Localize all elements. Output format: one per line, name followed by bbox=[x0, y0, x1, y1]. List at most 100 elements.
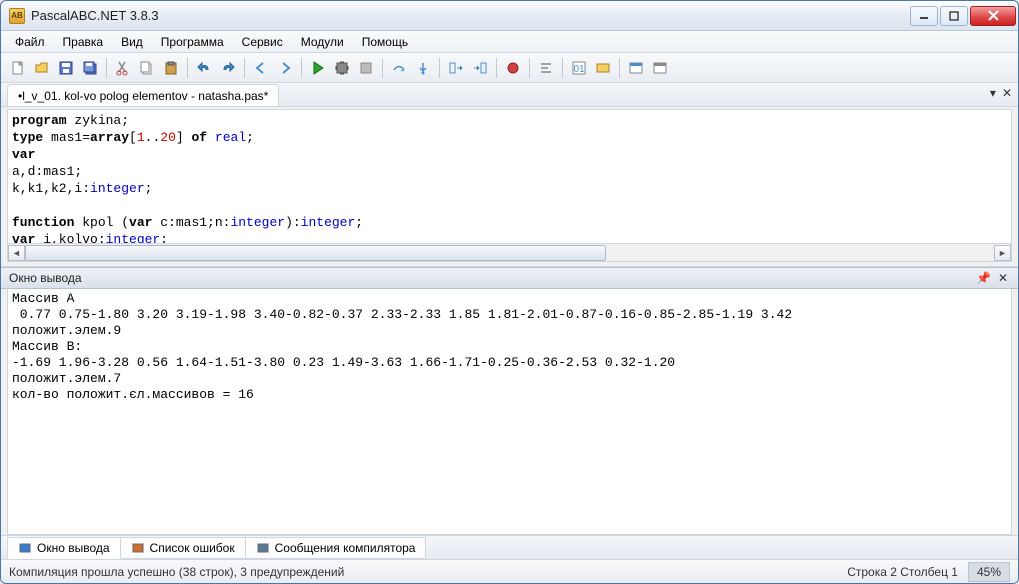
save-button[interactable] bbox=[55, 57, 77, 79]
module-button[interactable] bbox=[592, 57, 614, 79]
scroll-left-icon[interactable]: ◄ bbox=[8, 245, 25, 261]
format-button[interactable] bbox=[535, 57, 557, 79]
svg-text:01: 01 bbox=[573, 64, 585, 75]
step-into-icon bbox=[415, 60, 431, 76]
output-panel[interactable]: Массив А 0.77 0.75-1.80 3.20 3.19-1.98 3… bbox=[7, 289, 1012, 535]
compile-icon bbox=[334, 60, 350, 76]
bottom-tab-label: Сообщения компилятора bbox=[275, 541, 416, 555]
run-icon bbox=[310, 60, 326, 76]
win2-icon bbox=[652, 60, 668, 76]
nav-fwd-icon bbox=[277, 60, 293, 76]
minimize-icon bbox=[919, 11, 929, 21]
redo-button[interactable] bbox=[217, 57, 239, 79]
menu-программа[interactable]: Программа bbox=[153, 33, 232, 51]
toolbar-separator bbox=[619, 58, 620, 78]
breakpoint-button[interactable] bbox=[502, 57, 524, 79]
toolbar-separator bbox=[562, 58, 563, 78]
bottom-tab-0[interactable]: Окно вывода bbox=[7, 537, 121, 559]
scroll-right-icon[interactable]: ► bbox=[994, 245, 1011, 261]
trace-into-button[interactable] bbox=[445, 57, 467, 79]
trace-out-button[interactable] bbox=[469, 57, 491, 79]
nav-fwd-button[interactable] bbox=[274, 57, 296, 79]
win2-button[interactable] bbox=[649, 57, 671, 79]
paste-icon bbox=[163, 60, 179, 76]
bottom-tab-label: Список ошибок bbox=[150, 541, 235, 555]
toolbar-separator bbox=[529, 58, 530, 78]
output-text: Массив А 0.77 0.75-1.80 3.20 3.19-1.98 3… bbox=[8, 289, 1011, 405]
maximize-button[interactable] bbox=[940, 6, 968, 26]
undo-icon bbox=[196, 60, 212, 76]
editor-area: program zykina; type mas1=array[1..20] o… bbox=[1, 107, 1018, 267]
save-all-button[interactable] bbox=[79, 57, 101, 79]
step-over-icon bbox=[391, 60, 407, 76]
cut-icon bbox=[115, 60, 131, 76]
toolbar-separator bbox=[496, 58, 497, 78]
tab-dropdown-icon[interactable]: ▾ bbox=[990, 86, 996, 100]
code-editor[interactable]: program zykina; type mas1=array[1..20] o… bbox=[7, 109, 1012, 244]
status-message: Компиляция прошла успешно (38 строк), 3 … bbox=[9, 565, 847, 579]
copy-button[interactable] bbox=[136, 57, 158, 79]
toolbar-separator bbox=[382, 58, 383, 78]
compile-button[interactable] bbox=[331, 57, 353, 79]
window-title: PascalABC.NET 3.8.3 bbox=[31, 8, 910, 23]
step-over-button[interactable] bbox=[388, 57, 410, 79]
statusbar: Компиляция прошла успешно (38 строк), 3 … bbox=[1, 559, 1018, 583]
errors-icon bbox=[131, 541, 145, 555]
cut-button[interactable] bbox=[112, 57, 134, 79]
copy-icon bbox=[139, 60, 155, 76]
menu-сервис[interactable]: Сервис bbox=[234, 33, 291, 51]
status-zoom[interactable]: 45% bbox=[968, 562, 1010, 582]
code-content: program zykina; type mas1=array[1..20] o… bbox=[8, 110, 1011, 244]
menu-помощь[interactable]: Помощь bbox=[354, 33, 416, 51]
menu-файл[interactable]: Файл bbox=[7, 33, 53, 51]
window-controls bbox=[910, 6, 1016, 26]
help-button[interactable]: 01 bbox=[568, 57, 590, 79]
main-window: AB PascalABC.NET 3.8.3 ФайлПравкаВидПрог… bbox=[0, 0, 1019, 584]
output-title: Окно вывода bbox=[9, 271, 976, 285]
redo-icon bbox=[220, 60, 236, 76]
paste-button[interactable] bbox=[160, 57, 182, 79]
stop-button[interactable] bbox=[355, 57, 377, 79]
nav-back-button[interactable] bbox=[250, 57, 272, 79]
help-icon: 01 bbox=[571, 60, 587, 76]
menu-вид[interactable]: Вид bbox=[113, 33, 151, 51]
minimize-button[interactable] bbox=[910, 6, 938, 26]
scroll-track[interactable] bbox=[25, 245, 994, 261]
toolbar-separator bbox=[301, 58, 302, 78]
menu-модули[interactable]: Модули bbox=[293, 33, 352, 51]
undo-button[interactable] bbox=[193, 57, 215, 79]
menubar: ФайлПравкаВидПрограммаСервисМодулиПомощь bbox=[1, 31, 1018, 53]
new-file-button[interactable] bbox=[7, 57, 29, 79]
pin-icon[interactable]: 📌 bbox=[976, 271, 990, 285]
output-close-icon[interactable]: ✕ bbox=[996, 271, 1010, 285]
scroll-thumb[interactable] bbox=[25, 245, 606, 261]
toolbar-separator bbox=[439, 58, 440, 78]
bottom-tab-2[interactable]: Сообщения компилятора bbox=[246, 537, 427, 559]
open-file-icon bbox=[34, 60, 50, 76]
menu-правка[interactable]: Правка bbox=[55, 33, 112, 51]
toolbar: 01 bbox=[1, 53, 1018, 83]
messages-icon bbox=[256, 541, 270, 555]
nav-back-icon bbox=[253, 60, 269, 76]
open-file-button[interactable] bbox=[31, 57, 53, 79]
run-button[interactable] bbox=[307, 57, 329, 79]
editor-hscrollbar[interactable]: ◄ ► bbox=[7, 244, 1012, 262]
save-icon bbox=[58, 60, 74, 76]
toolbar-separator bbox=[187, 58, 188, 78]
maximize-icon bbox=[949, 11, 959, 21]
format-icon bbox=[538, 60, 554, 76]
trace-into-icon bbox=[448, 60, 464, 76]
bottom-tab-label: Окно вывода bbox=[37, 541, 110, 555]
step-into-button[interactable] bbox=[412, 57, 434, 79]
tab-close-icon[interactable]: ✕ bbox=[1002, 86, 1012, 100]
close-button[interactable] bbox=[970, 6, 1016, 26]
toolbar-separator bbox=[244, 58, 245, 78]
output-header: Окно вывода 📌 ✕ bbox=[1, 267, 1018, 289]
tab-label: •l_v_01. kol-vo polog elementov - natash… bbox=[18, 89, 268, 103]
new-file-icon bbox=[10, 60, 26, 76]
file-tab[interactable]: •l_v_01. kol-vo polog elementov - natash… bbox=[7, 84, 279, 106]
win1-button[interactable] bbox=[625, 57, 647, 79]
trace-out-icon bbox=[472, 60, 488, 76]
bottom-tab-1[interactable]: Список ошибок bbox=[121, 537, 246, 559]
toolbar-separator bbox=[106, 58, 107, 78]
